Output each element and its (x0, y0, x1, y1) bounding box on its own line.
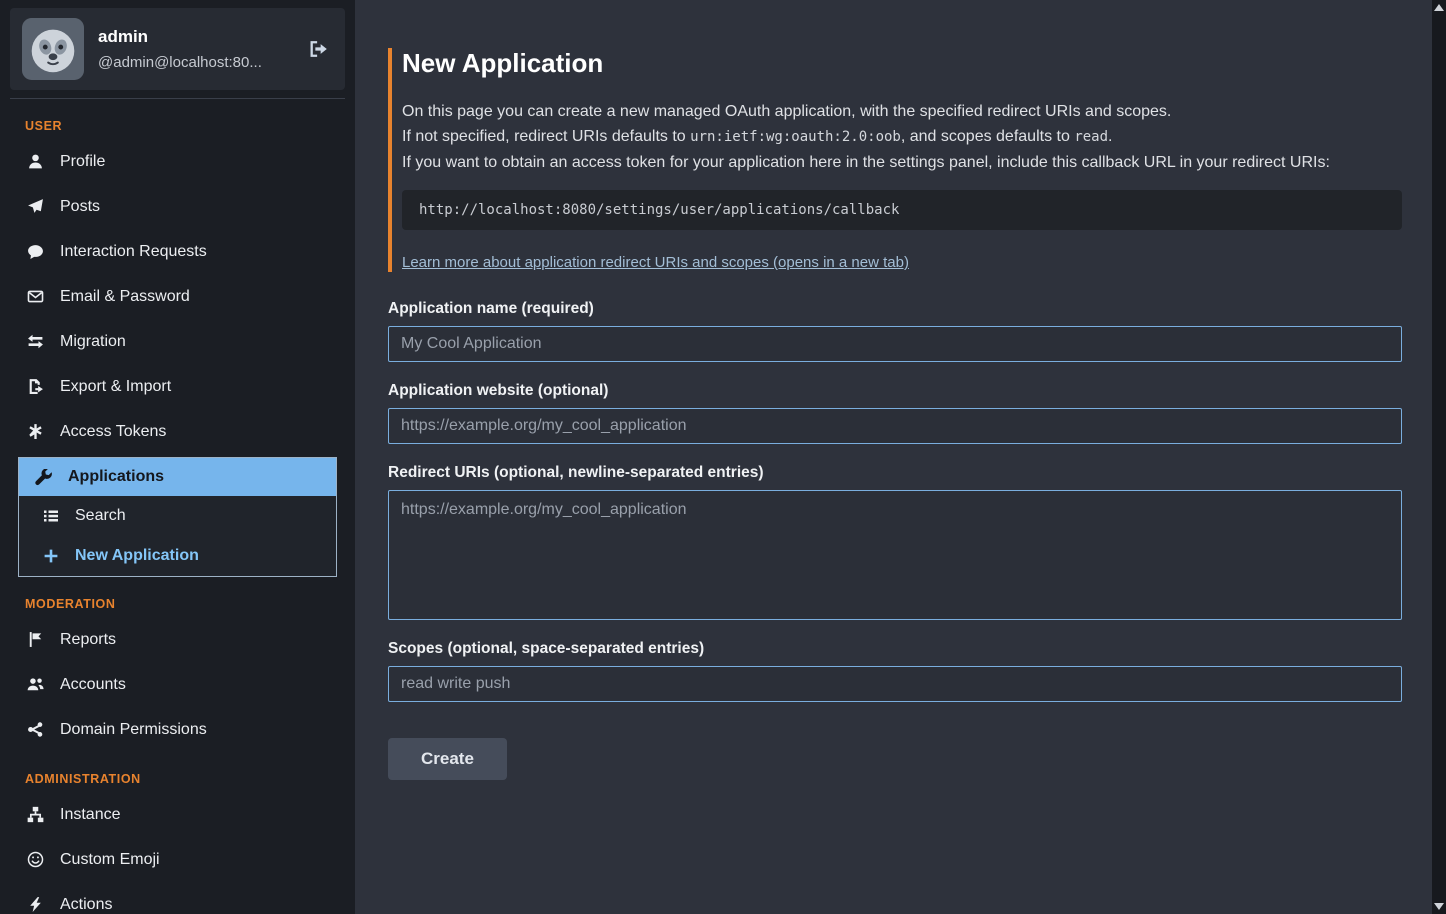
sidebar-item-label: Custom Emoji (60, 851, 160, 869)
user-info: admin @admin@localhost:80... (98, 27, 289, 71)
sitemap-icon (25, 806, 45, 823)
screwdriver-wrench-icon (33, 469, 53, 486)
scopes-input[interactable] (388, 666, 1402, 702)
applications-group: Applications Search New Application (18, 457, 337, 577)
intro-line-3: If you want to obtain an access token fo… (402, 150, 1402, 175)
sidebar-item-label: Posts (60, 198, 100, 216)
new-application-intro: New Application On this page you can cre… (388, 48, 1402, 272)
user-icon (25, 153, 45, 170)
sidebar-item-label: Domain Permissions (60, 721, 207, 739)
sidebar-item-instance[interactable]: Instance (0, 792, 355, 837)
sidebar-item-label: Actions (60, 896, 112, 914)
sidebar-subitem-new-application[interactable]: New Application (19, 536, 336, 576)
main-panel: New Application On this page you can cre… (355, 0, 1432, 914)
sidebar-subitem-search[interactable]: Search (19, 496, 336, 536)
scroll-up-arrow[interactable] (1434, 4, 1444, 11)
intro-line-1: On this page you can create a new manage… (402, 99, 1402, 124)
scopes-label: Scopes (optional, space-separated entrie… (388, 640, 1402, 658)
sidebar-item-migration[interactable]: Migration (0, 319, 355, 364)
new-application-form: Application name (required) Application … (388, 300, 1402, 780)
sidebar-item-reports[interactable]: Reports (0, 617, 355, 662)
sidebar-item-posts[interactable]: Posts (0, 184, 355, 229)
application-name-input[interactable] (388, 326, 1402, 362)
envelope-icon (25, 288, 45, 305)
application-website-input[interactable] (388, 408, 1402, 444)
sidebar: admin @admin@localhost:80... USER Profil… (0, 0, 355, 914)
arrows-left-right-icon (25, 333, 45, 350)
sidebar-item-label: Export & Import (60, 378, 171, 396)
scopes-field-group: Scopes (optional, space-separated entrie… (388, 640, 1402, 702)
sidebar-item-applications[interactable]: Applications (19, 458, 336, 496)
flag-icon (25, 631, 45, 648)
user-handle: @admin@localhost:80... (98, 54, 289, 71)
create-button[interactable]: Create (388, 738, 507, 780)
sidebar-item-label: Applications (68, 468, 164, 486)
avatar (22, 18, 84, 80)
read-code: read (1074, 129, 1108, 145)
scrollbar[interactable] (1432, 0, 1446, 914)
scroll-down-arrow[interactable] (1434, 903, 1444, 910)
paper-plane-icon (25, 198, 45, 215)
section-label-user: USER (25, 119, 355, 133)
sidebar-item-label: Accounts (60, 676, 126, 694)
sidebar-item-export-import[interactable]: Export & Import (0, 364, 355, 409)
sidebar-item-label: Email & Password (60, 288, 190, 306)
certificate-icon (25, 423, 45, 440)
sidebar-item-label: Interaction Requests (60, 243, 207, 261)
application-website-field-group: Application website (optional) (388, 382, 1402, 444)
file-export-icon (25, 378, 45, 395)
page-title: New Application (402, 48, 1402, 79)
face-smile-icon (25, 851, 45, 868)
intro-line-2: If not specified, redirect URIs defaults… (402, 124, 1402, 150)
bolt-icon (25, 896, 45, 913)
sidebar-item-access-tokens[interactable]: Access Tokens (0, 409, 355, 454)
intro-text: On this page you can create a new manage… (402, 99, 1402, 175)
sidebar-item-email-password[interactable]: Email & Password (0, 274, 355, 319)
oob-code: urn:ietf:wg:oauth:2.0:oob (690, 129, 901, 145)
user-name: admin (98, 27, 289, 47)
sidebar-item-accounts[interactable]: Accounts (0, 662, 355, 707)
application-name-field-group: Application name (required) (388, 300, 1402, 362)
sidebar-item-profile[interactable]: Profile (0, 139, 355, 184)
redirect-uris-textarea[interactable] (388, 490, 1402, 620)
sidebar-item-label: Migration (60, 333, 126, 351)
sidebar-item-label: Profile (60, 153, 105, 171)
sidebar-divider (10, 98, 345, 99)
application-website-label: Application website (optional) (388, 382, 1402, 400)
comment-icon (25, 243, 45, 260)
learn-more-link[interactable]: Learn more about application redirect UR… (402, 254, 909, 271)
sidebar-item-label: Access Tokens (60, 423, 166, 441)
logout-icon[interactable] (303, 34, 333, 64)
section-label-administration: ADMINISTRATION (25, 772, 355, 786)
sidebar-subitem-label: New Application (75, 547, 199, 565)
sidebar-item-interaction-requests[interactable]: Interaction Requests (0, 229, 355, 274)
sidebar-item-actions[interactable]: Actions (0, 882, 355, 914)
share-nodes-icon (25, 721, 45, 738)
sidebar-item-label: Instance (60, 806, 120, 824)
user-card[interactable]: admin @admin@localhost:80... (10, 8, 345, 90)
application-name-label: Application name (required) (388, 300, 1402, 318)
list-icon (41, 508, 61, 524)
sidebar-item-domain-permissions[interactable]: Domain Permissions (0, 707, 355, 752)
sidebar-subitem-label: Search (75, 507, 126, 525)
redirect-uris-label: Redirect URIs (optional, newline-separat… (388, 464, 1402, 482)
redirect-uris-field-group: Redirect URIs (optional, newline-separat… (388, 464, 1402, 620)
users-icon (25, 676, 45, 693)
plus-icon (41, 548, 61, 564)
sidebar-item-label: Reports (60, 631, 116, 649)
section-label-moderation: MODERATION (25, 597, 355, 611)
callback-url-code: http://localhost:8080/settings/user/appl… (402, 190, 1402, 230)
sidebar-item-custom-emoji[interactable]: Custom Emoji (0, 837, 355, 882)
